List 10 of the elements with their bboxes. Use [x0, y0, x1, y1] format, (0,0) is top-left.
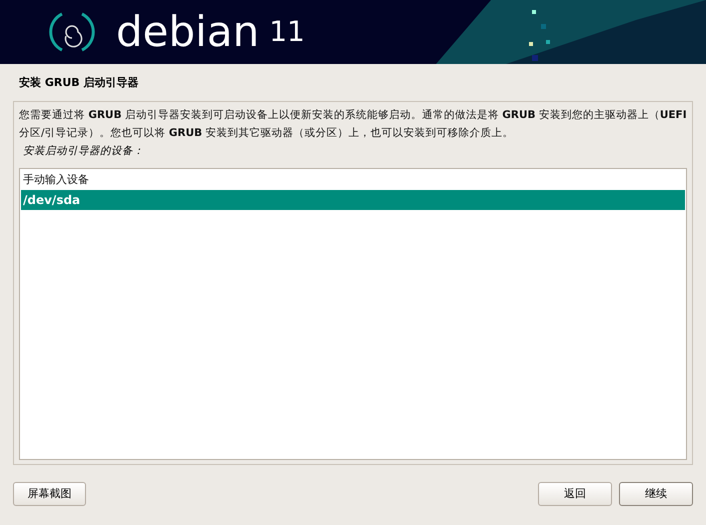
description-text: 您需要通过将 GRUB 启动引导器安装到可启动设备上以便新安装的系统能够启动。通常的做法是将 GRUB 安装到您的主驱动器上（UEFI 分区/引导记录）。您也可以将 GRUB 安装到其它驱动器（或分区）上，也可以安装到可移除介质上。	[19, 108, 687, 141]
logo-text: debian	[116, 11, 260, 53]
version-label: 11	[269, 18, 305, 46]
list-item[interactable]: /dev/sda	[21, 190, 685, 210]
page-title: 安装 GRUB 启动引导器	[19, 75, 140, 91]
back-button[interactable]: 返回	[538, 482, 612, 506]
list-item[interactable]: 手动输入设备	[21, 170, 685, 190]
screenshot-button[interactable]: 屏幕截图	[13, 482, 86, 506]
continue-button[interactable]: 继续	[619, 482, 693, 506]
prompt-label: 安装启动引导器的设备：	[23, 144, 145, 159]
